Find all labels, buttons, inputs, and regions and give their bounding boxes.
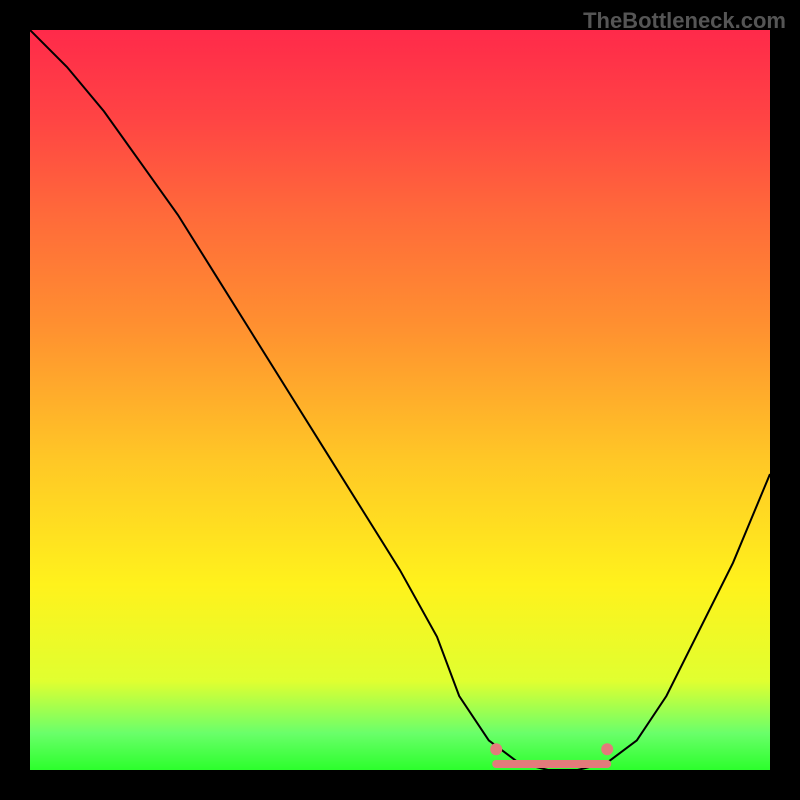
optimal-marker-left (490, 743, 502, 755)
watermark-text: TheBottleneck.com (583, 8, 786, 34)
plot-area (30, 30, 770, 770)
curve-svg (30, 30, 770, 770)
optimal-marker-right (601, 743, 613, 755)
bottleneck-curve (30, 30, 770, 770)
chart-container: TheBottleneck.com (0, 0, 800, 800)
